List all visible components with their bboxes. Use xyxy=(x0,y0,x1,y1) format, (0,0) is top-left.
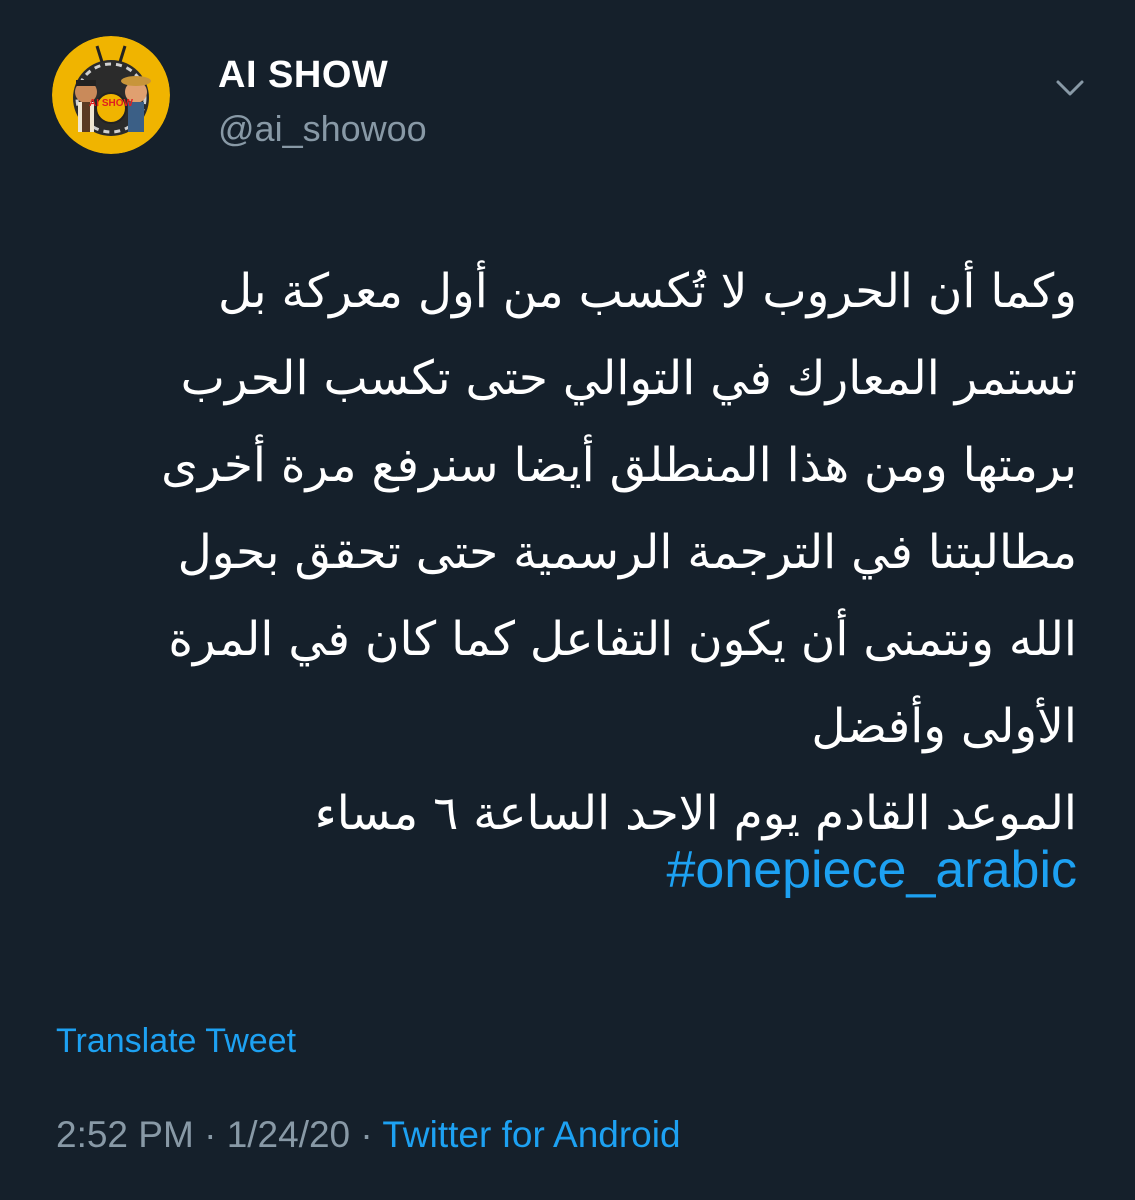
tweet-source-link[interactable]: Twitter for Android xyxy=(382,1114,680,1155)
avatar[interactable]: AI SHOW xyxy=(52,36,170,154)
tweet-line: الله ونتمنى أن يكون التفاعل كما كان في ا… xyxy=(168,612,1077,667)
hashtag-link[interactable]: #onepiece_arabic xyxy=(666,840,1077,900)
tweet-line: مطالبتنا في الترجمة الرسمية حتى تحقق بحو… xyxy=(177,525,1077,580)
tweet-line: وكما أن الحروب لا تُكسب من أول معركة بل xyxy=(217,264,1077,319)
tweet-line: تستمر المعارك في التوالي حتى تكسب الحرب xyxy=(180,351,1077,406)
tweet-line: برمتها ومن هذا المنطلق أيضا سنرفع مرة أخ… xyxy=(161,438,1077,493)
meta-separator: · xyxy=(350,1114,383,1155)
ai-show-logo-icon: AI SHOW xyxy=(52,36,170,154)
svg-text:AI SHOW: AI SHOW xyxy=(89,98,133,109)
tweet-menu-button[interactable] xyxy=(1050,68,1090,108)
tweet-date: 1/24/20 xyxy=(226,1114,351,1155)
tweet-text: وكما أن الحروب لا تُكسب من أول معركة بل … xyxy=(37,248,1077,857)
tweet-line: الأولى وأفضل xyxy=(811,699,1077,754)
tweet-meta: 2:52 PM · 1/24/20 · Twitter for Android xyxy=(56,1114,681,1156)
chevron-down-icon xyxy=(1056,80,1084,96)
translate-tweet-link[interactable]: Translate Tweet xyxy=(56,1022,296,1061)
tweet-time: 2:52 PM xyxy=(56,1114,194,1155)
user-handle[interactable]: @ai_showoo xyxy=(218,108,427,150)
meta-separator: · xyxy=(193,1114,227,1155)
display-name[interactable]: AI SHOW xyxy=(218,54,388,97)
